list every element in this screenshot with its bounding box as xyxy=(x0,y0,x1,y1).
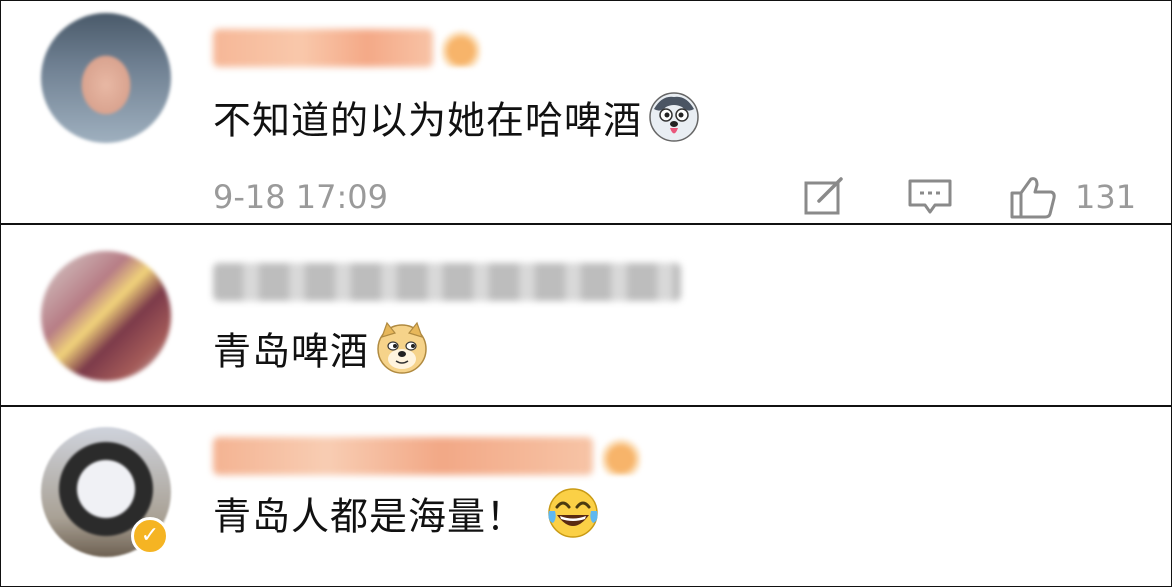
avatar[interactable] xyxy=(41,251,171,381)
comment-icon xyxy=(908,179,952,214)
doge-emoji xyxy=(375,321,429,387)
comment-text: 不知道的以为她在哈啤酒 xyxy=(213,91,700,155)
thumb-up-icon xyxy=(1010,177,1056,219)
comment-text-content: 青岛人都是海量！ xyxy=(213,494,526,539)
laugh-cry-emoji xyxy=(545,485,601,553)
comment-item: 青岛啤酒 xyxy=(1,225,1171,407)
comment-text: 青岛啤酒 xyxy=(213,321,429,387)
edit-button[interactable] xyxy=(803,175,847,219)
verified-badge-icon: ✓ xyxy=(131,517,169,555)
edit-icon xyxy=(804,177,843,215)
husky-emoji xyxy=(648,91,700,155)
comment-time: 9-18 17:09 xyxy=(213,178,389,216)
username-blurred[interactable] xyxy=(213,263,681,301)
crown-icon xyxy=(441,29,481,67)
like-button[interactable]: 131 xyxy=(1009,175,1136,219)
comment-item: ✓ 青岛人都是海量！ xyxy=(1,407,1171,586)
username-blurred[interactable] xyxy=(213,437,593,475)
comment-text: 青岛人都是海量！ xyxy=(213,485,601,553)
avatar[interactable] xyxy=(41,13,171,143)
comment-list: 不知道的以为她在哈啤酒 9-18 17:09 131 青岛啤酒 ✓ 青岛人都是海… xyxy=(0,0,1172,587)
reply-button[interactable] xyxy=(907,175,953,219)
crown-icon xyxy=(601,437,641,475)
username-blurred[interactable] xyxy=(213,29,433,67)
comment-item: 不知道的以为她在哈啤酒 9-18 17:09 131 xyxy=(1,1,1171,225)
comment-text-content: 不知道的以为她在哈啤酒 xyxy=(213,98,643,143)
comment-text-content: 青岛啤酒 xyxy=(213,329,370,374)
like-count: 131 xyxy=(1075,178,1137,216)
comment-meta: 9-18 17:09 131 xyxy=(1,175,1171,219)
